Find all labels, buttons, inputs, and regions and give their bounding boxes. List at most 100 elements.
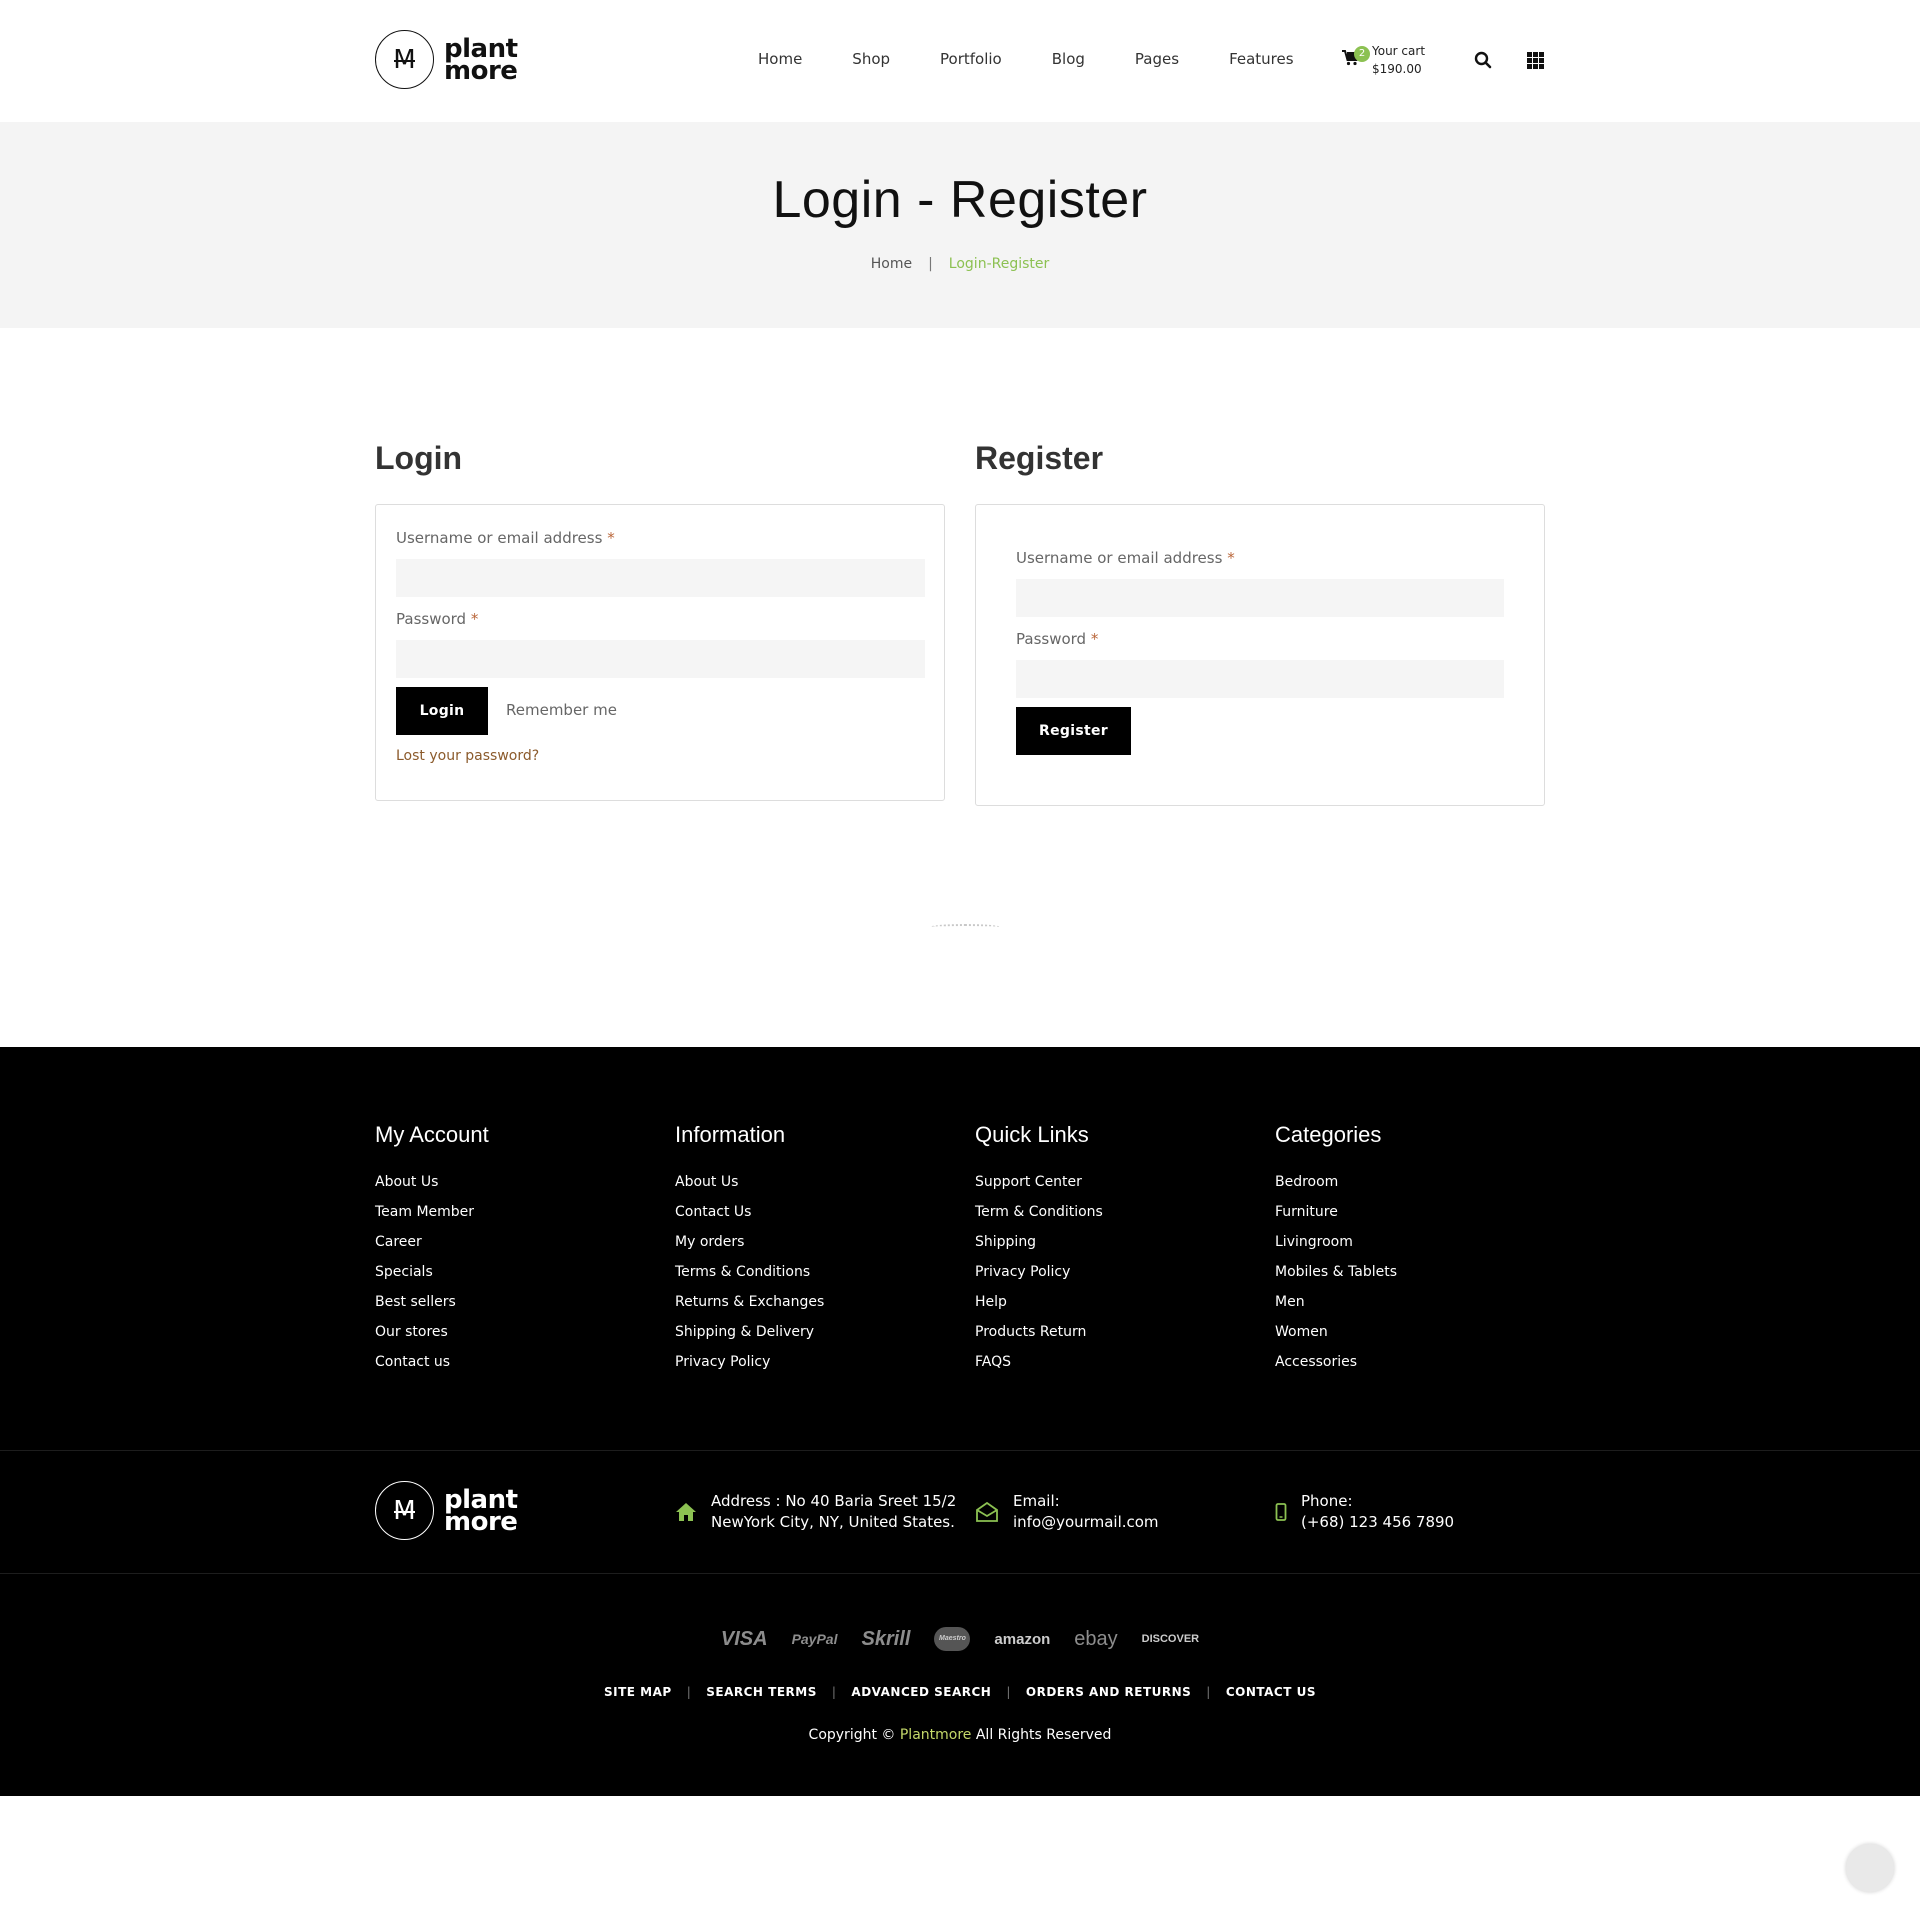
footer-logo-mark: M <box>375 1481 434 1540</box>
nav-item-home[interactable]: Home <box>758 50 802 68</box>
breadcrumb: Home | Login-Register <box>0 256 1920 272</box>
phone-number[interactable]: (+68) 123 456 7890 <box>1301 1512 1454 1533</box>
cart-icon: 2 <box>1342 46 1370 72</box>
footer-bottom-link[interactable]: CONTACT US <box>1226 1685 1316 1699</box>
breadcrumb-current: Login-Register <box>948 256 1050 272</box>
register-password-input[interactable] <box>1016 660 1504 698</box>
nav-item-blog[interactable]: Blog <box>1052 50 1085 68</box>
footer-link[interactable]: Terms & Conditions <box>675 1257 824 1287</box>
footer-link[interactable]: Shipping & Delivery <box>675 1317 824 1347</box>
footer-bottom-links: SITE MAP | SEARCH TERMS | ADVANCED SEARCH | OR… <box>604 1685 1316 1699</box>
login-button[interactable]: Login <box>396 687 488 735</box>
breadcrumb-home[interactable]: Home <box>871 256 912 272</box>
footer-link[interactable]: Accessories <box>1275 1347 1397 1377</box>
ebay-icon: ebay <box>1074 1627 1118 1650</box>
footer-link[interactable]: Contact Us <box>675 1197 824 1227</box>
footer-column-title: Categories <box>1275 1122 1382 1147</box>
login-username-input[interactable] <box>396 559 925 597</box>
search-icon[interactable] <box>1474 51 1494 71</box>
address-line2: NewYork City, NY, United States. <box>711 1513 955 1531</box>
footer-link[interactable]: Furniture <box>1275 1197 1397 1227</box>
register-heading: Register <box>975 440 1104 476</box>
footer-link[interactable]: Returns & Exchanges <box>675 1287 824 1317</box>
footer-link[interactable]: Products Return <box>975 1317 1103 1347</box>
lost-password-link[interactable]: Lost your password? <box>396 748 539 764</box>
nav-item-pages[interactable]: Pages <box>1135 50 1179 68</box>
footer-bottom-link[interactable]: SEARCH TERMS <box>706 1685 817 1699</box>
footer-link[interactable]: Privacy Policy <box>975 1257 1103 1287</box>
phone-icon <box>1275 1503 1287 1521</box>
skrill-icon: Skrill <box>861 1627 911 1650</box>
cart-count-badge: 2 <box>1354 46 1370 62</box>
footer-divider <box>0 1573 1920 1574</box>
footer-link[interactable]: Mobiles & Tablets <box>1275 1257 1397 1287</box>
footer-link[interactable]: Shipping <box>975 1227 1103 1257</box>
footer-bottom-link[interactable]: ADVANCED SEARCH <box>851 1685 991 1699</box>
footer-link[interactable]: My orders <box>675 1227 824 1257</box>
footer-link[interactable]: Term & Conditions <box>975 1197 1103 1227</box>
scroll-to-top-button[interactable] <box>1846 1844 1894 1892</box>
cart-widget[interactable]: 2 Your cart $190.00 <box>1342 42 1425 78</box>
register-button[interactable]: Register <box>1016 707 1131 755</box>
footer-link[interactable]: FAQS <box>975 1347 1103 1377</box>
remember-me-checkbox[interactable]: Remember me <box>506 701 617 719</box>
footer-link[interactable]: Privacy Policy <box>675 1347 824 1377</box>
maestro-icon: Maestro <box>934 1627 971 1651</box>
footer-link[interactable]: About Us <box>675 1167 824 1197</box>
nav-item-features[interactable]: Features <box>1229 50 1294 68</box>
footer-link[interactable]: Help <box>975 1287 1103 1317</box>
paypal-icon: PayPal <box>791 1631 838 1647</box>
email-address[interactable]: info@yourmail.com <box>1013 1512 1159 1533</box>
footer-link[interactable]: Support Center <box>975 1167 1103 1197</box>
logo-wordmark: plant more <box>444 36 518 86</box>
site-footer: My Account About Us Team Member Career S… <box>0 1047 1920 1796</box>
home-icon <box>676 1503 696 1521</box>
footer-link[interactable]: Livingroom <box>1275 1227 1397 1257</box>
footer-link[interactable]: Bedroom <box>1275 1167 1397 1197</box>
site-logo[interactable]: M plant more <box>375 30 518 89</box>
footer-link[interactable]: Specials <box>375 1257 489 1287</box>
logo-mark: M <box>375 30 434 89</box>
visa-icon: VISA <box>720 1627 768 1650</box>
footer-phone: Phone: (+68) 123 456 7890 <box>1275 1491 1454 1533</box>
footer-address: Address : No 40 Baria Sreet 15/2 NewYork… <box>675 1491 956 1533</box>
register-username-input[interactable] <box>1016 579 1504 617</box>
footer-link[interactable]: Our stores <box>375 1317 489 1347</box>
footer-column-title: My Account <box>375 1122 489 1147</box>
footer-column-my-account: My Account About Us Team Member Career S… <box>375 1122 489 1377</box>
footer-bottom-link[interactable]: ORDERS AND RETURNS <box>1026 1685 1191 1699</box>
footer-link[interactable]: Women <box>1275 1317 1397 1347</box>
login-heading: Login <box>375 440 463 476</box>
footer-link[interactable]: Team Member <box>375 1197 489 1227</box>
site-header: M plant more Home Shop Portfolio Blog Pa… <box>0 0 1920 122</box>
login-form: Username or email address * Password * L… <box>375 504 945 801</box>
grid-menu-icon[interactable] <box>1527 52 1544 69</box>
footer-link[interactable]: About Us <box>375 1167 489 1197</box>
login-password-label: Password * <box>396 610 479 628</box>
footer-link[interactable]: Best sellers <box>375 1287 489 1317</box>
register-username-label: Username or email address * <box>1016 549 1235 567</box>
register-form: Username or email address * Password * R… <box>975 504 1545 806</box>
footer-link[interactable]: Men <box>1275 1287 1397 1317</box>
footer-link[interactable]: Career <box>375 1227 489 1257</box>
footer-column-title: Information <box>675 1122 786 1147</box>
page-title: Login - Register <box>772 171 1148 229</box>
loading-indicator <box>930 924 1000 930</box>
footer-link[interactable]: Contact us <box>375 1347 489 1377</box>
login-password-input[interactable] <box>396 640 925 678</box>
envelope-icon <box>976 1501 998 1522</box>
page-title-banner: Login - Register Home | Login-Register <box>0 122 1920 328</box>
logo-line2: more <box>444 55 518 86</box>
nav-item-shop[interactable]: Shop <box>852 50 890 68</box>
footer-logo[interactable]: M plant more <box>375 1481 518 1540</box>
footer-column-information: Information About Us Contact Us My order… <box>675 1122 824 1377</box>
amazon-icon: amazon <box>994 1630 1051 1648</box>
footer-logo-wordmark: plant more <box>444 1487 518 1537</box>
footer-bottom-link[interactable]: SITE MAP <box>604 1685 672 1699</box>
login-username-label: Username or email address * <box>396 529 615 547</box>
nav-item-portfolio[interactable]: Portfolio <box>940 50 1002 68</box>
address-line1: Address : No 40 Baria Sreet 15/2 <box>711 1492 957 1510</box>
copyright-brand-link[interactable]: Plantmore <box>900 1727 972 1743</box>
discover-icon: DISCOVER <box>1141 1633 1200 1645</box>
footer-logo-line2: more <box>444 1506 518 1537</box>
